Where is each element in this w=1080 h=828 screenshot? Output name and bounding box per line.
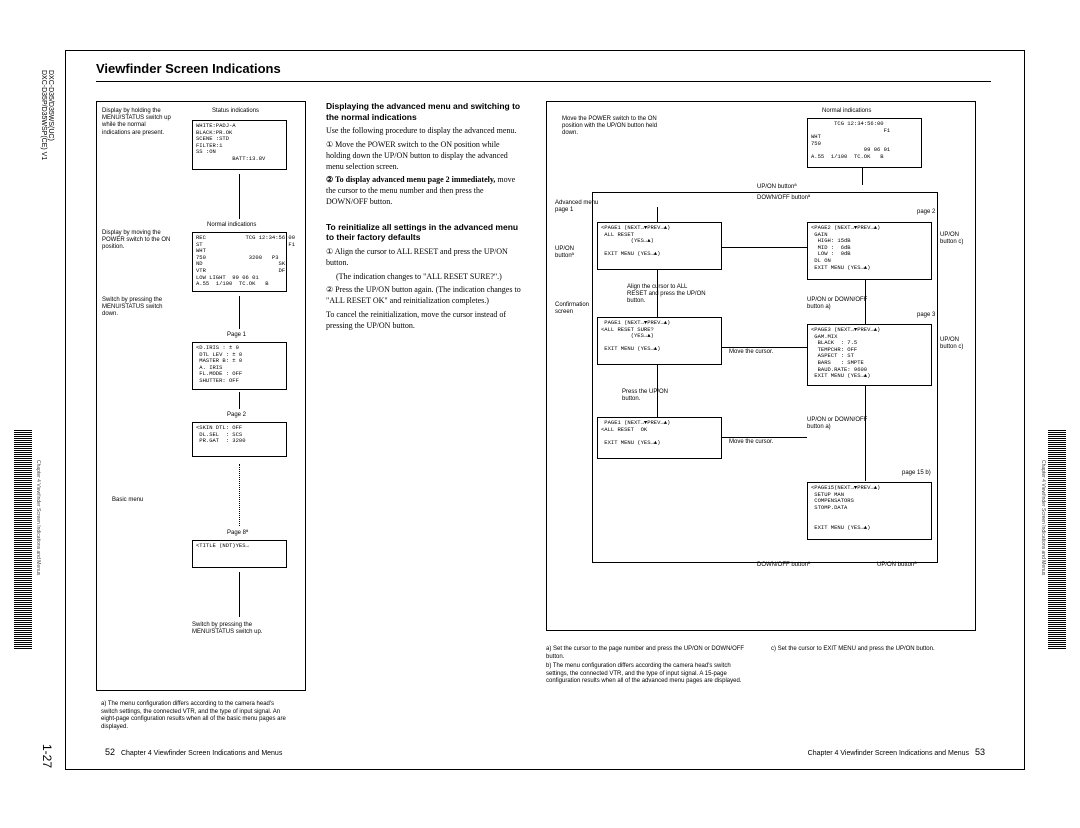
- label-power-on: Move the POWER switch to the ON position…: [562, 116, 672, 138]
- left-diagram-frame: Display by holding the MENU/STATUS switc…: [96, 101, 306, 691]
- footnotes-right: a) Set the cursor to the page number and…: [546, 646, 976, 686]
- label-page-2-right: page 2: [917, 209, 935, 216]
- chapter-label-left: Chapter 4 Viewfinder Screen Indications …: [35, 460, 41, 575]
- connector-4: [239, 572, 240, 617]
- line-7: [722, 247, 807, 248]
- label-normal-right: Normal indications: [822, 108, 871, 115]
- line-9: [722, 437, 807, 438]
- barcode-left: [14, 430, 32, 650]
- screen-page-2: <SKIN DTL: OFF DL.SEL : SCS PR.GAT : 320…: [192, 422, 287, 457]
- label-move-cursor-2: Move the cursor.: [729, 439, 773, 446]
- screen-adv-page15: <PAGE15(NEXT→▼PREV→▲) SETUP MAN COMPENSA…: [807, 482, 932, 540]
- page-footer-right: Chapter 4 Viewfinder Screen Indications …: [808, 747, 989, 757]
- doc-page-num: 1-27: [40, 744, 54, 768]
- screen-confirm: PAGE1 (NEXT→▼PREV→▲) <ALL RESET SURE? (Y…: [597, 317, 722, 365]
- label-display-moving: Display by moving the POWER switch to th…: [102, 230, 172, 252]
- section-title: Viewfinder Screen Indications: [96, 61, 281, 76]
- line-3: [657, 270, 658, 317]
- outer-loop-r: [937, 192, 938, 562]
- para-intro: Use the following procedure to display t…: [326, 126, 526, 137]
- screen-status: WHITE:PADJ-A BLACK:PR.OK SCENE :STD FILT…: [192, 120, 287, 170]
- label-switch-press-down: Switch by pressing the MENU/STATUS switc…: [102, 297, 172, 319]
- page-spread: Viewfinder Screen Indications Display by…: [65, 50, 1025, 770]
- line-8: [722, 347, 807, 348]
- outer-loop-l: [592, 192, 593, 562]
- label-page-2: Page 2: [227, 412, 246, 419]
- label-press-upon: Press the UP/ON button.: [622, 389, 677, 403]
- screen-normal-right: TCG 12:34:56:00 F1 WHT 750 99 06 01 A.55…: [807, 118, 922, 168]
- line-1: [862, 167, 863, 185]
- screen-adv-page2: <PAGE2 (NEXT→▼PREV→▲) GAIN HIGH: 15dB MI…: [807, 222, 932, 280]
- btn-updown-off-2: UP/ON or DOWN/OFF button a): [807, 417, 872, 431]
- connector: [239, 174, 240, 219]
- label-normal-indications: Normal indications: [207, 222, 256, 229]
- page-footer-left: 52 Chapter 4 Viewfinder Screen Indicatio…: [101, 747, 282, 757]
- reinit-step-1: ① Align the cursor to ALL RESET and pres…: [326, 247, 526, 269]
- heading-display-advanced: Displaying the advanced menu and switchi…: [326, 101, 526, 122]
- line-5: [865, 280, 866, 324]
- step-1: ① Move the POWER switch to the ON positi…: [326, 140, 526, 172]
- line-6: [865, 386, 866, 481]
- label-status-indications: Status indications: [212, 108, 259, 115]
- screen-adv-page3: <PAGE3 (NEXT→▼PREV→▲) GAM.MIX BLACK : 7.…: [807, 324, 932, 386]
- btn-updown-off-1: UP/ON or DOWN/OFF button a): [807, 297, 872, 311]
- chapter-label-right: Chapter 4 Viewfinder Screen Indications …: [1040, 460, 1046, 575]
- label-switch-press-up: Switch by pressing the MENU/STATUS switc…: [192, 622, 282, 636]
- screen-normal: REC TCG 12:34:56:00 ST F1 WHT 750 3200 P…: [192, 232, 287, 292]
- btn-upon-right-2: UP/ON button c): [940, 337, 975, 351]
- label-move-cursor-1: Move the cursor.: [729, 349, 773, 356]
- connector-2: [239, 296, 240, 329]
- btn-upon-left-1: UP/ON buttonª: [555, 246, 590, 260]
- page-num-53: 53: [975, 747, 985, 757]
- reinit-step-2: ② Press the UP/ON button again. (The ind…: [326, 285, 526, 307]
- foot-b: b) The menu configuration differs accord…: [546, 663, 751, 686]
- label-confirmation: Confirmation screen: [555, 302, 600, 316]
- right-diagram-column: Move the POWER switch to the ON position…: [546, 101, 976, 691]
- left-diagram-column: Display by holding the MENU/STATUS switc…: [96, 101, 306, 691]
- page-num-52: 52: [105, 747, 115, 757]
- label-page-8: Page 8ª: [227, 530, 248, 537]
- connector-3: [239, 392, 240, 409]
- middle-text-column: Displaying the advanced menu and switchi…: [326, 101, 526, 691]
- doc-model: DXC-D35/D35WS(UC) DXC-D35P/D35WSP(CE) V1: [40, 70, 54, 150]
- dotted-connector: [239, 464, 240, 526]
- reinit-cancel: To cancel the reinitialization, move the…: [326, 310, 526, 332]
- btn-label-upon: UP/ON buttonª: [757, 184, 797, 191]
- label-conf-instruction: Align the cursor to ALL RESET and press …: [627, 284, 707, 306]
- foot-c: c) Set the cursor to EXIT MENU and press…: [771, 646, 976, 654]
- step-2-lead: ② To display advanced menu page 2 immedi…: [326, 175, 495, 184]
- step-2: ② To display advanced menu page 2 immedi…: [326, 175, 526, 207]
- screen-page-8: <TITLE (NDT)YES→: [192, 540, 287, 568]
- label-page-3: page 3: [917, 312, 935, 319]
- label-display-hold: Display by holding the MENU/STATUS switc…: [102, 108, 172, 137]
- label-page-1: Page 1: [227, 332, 246, 339]
- right-diagram-frame: Move the POWER switch to the ON position…: [546, 101, 976, 631]
- foot-a: a) Set the cursor to the page number and…: [546, 646, 751, 661]
- footer-chapter-left: Chapter 4 Viewfinder Screen Indications …: [121, 750, 282, 757]
- label-adv-menu-p1: Advanced menu page 1: [555, 200, 605, 214]
- screen-reset-ok: PAGE1 (NEXT→▼PREV→▲) <ALL RESET OK EXIT …: [597, 417, 722, 459]
- line-4: [657, 365, 658, 417]
- title-rule: [96, 81, 991, 82]
- label-basic-menu: Basic menu: [112, 497, 143, 504]
- footnote-left: a) The menu configuration differs accord…: [101, 701, 291, 731]
- screen-page-1: <D.IRIS : ± 0 DTL LEV : ± 0 MASTER B: ± …: [192, 342, 287, 390]
- btn-upon-right-1: UP/ON button c): [940, 232, 975, 246]
- outer-loop-b: [592, 562, 938, 563]
- btn-label-downoff: DOWN/OFF buttonª: [757, 195, 810, 202]
- screen-adv-page1: <PAGE1 (NEXT→▼PREV→▲) ALL RESET (YES→▲) …: [597, 222, 722, 270]
- line-2: [657, 207, 658, 222]
- btn-label-downoff-2: DOWN/OFF buttonª: [757, 562, 810, 569]
- heading-reinit: To reinitialize all settings in the adva…: [326, 222, 526, 243]
- btn-label-upon-2: UP/ON buttonª: [877, 562, 917, 569]
- footer-chapter-right: Chapter 4 Viewfinder Screen Indications …: [808, 750, 969, 757]
- reinit-step-1-sub: (The indication changes to "ALL RESET SU…: [326, 272, 526, 283]
- outer-loop-t: [592, 192, 938, 193]
- label-page-15: page 15 b): [902, 470, 931, 477]
- barcode-right: [1048, 430, 1066, 650]
